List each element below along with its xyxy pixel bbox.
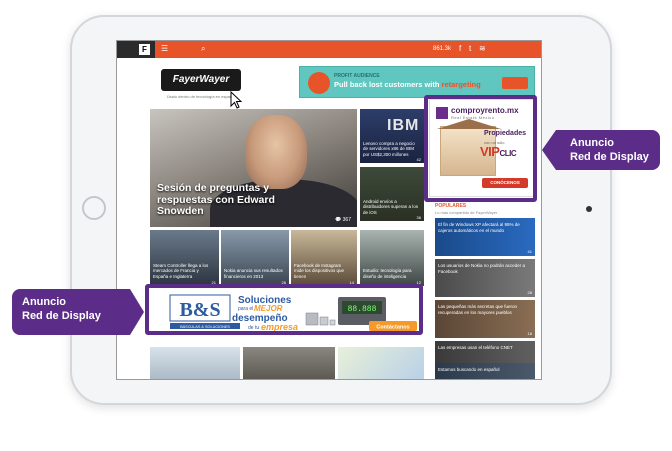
popular-item[interactable]: El fin de Windows XP afectará al 95% de … <box>435 218 535 256</box>
hero-photo-face <box>245 115 307 189</box>
bottom-story[interactable] <box>338 347 424 379</box>
popular-item-caption[interactable]: Estamos buscando en español <box>438 367 532 373</box>
rss-icon[interactable]: ≋ <box>479 43 486 55</box>
banner-ad-highlight <box>145 284 423 335</box>
grid-story[interactable]: Steam Controller llega a los mercados de… <box>150 230 219 286</box>
popular-item-caption[interactable]: El fin de Windows XP afectará al 95% de … <box>438 222 532 233</box>
popular-item-caption[interactable]: Las empresas usan el teléfono CNET <box>438 345 532 351</box>
grid-story[interactable]: Facebook de Instagram mide los dispositi… <box>291 230 357 286</box>
popular-item-comments: 28 <box>527 290 532 295</box>
ibm-logo: IBM <box>387 117 420 134</box>
site-topbar: F ☰ ⌕ 861.3k f t ≋ <box>117 41 541 58</box>
sidebar-ad-highlight <box>424 95 537 202</box>
top-ad-headline: Pull back lost customers with retargetin… <box>334 80 481 89</box>
hero-title[interactable]: Sesión de preguntas y respuestas con Edw… <box>157 182 297 218</box>
bottom-story[interactable] <box>243 347 335 379</box>
side-story-caption[interactable]: Lenovo compra a negocio de servidores x8… <box>363 141 421 158</box>
facebook-icon[interactable]: f <box>459 43 461 55</box>
callout-left-line2: Red de Display <box>22 310 101 322</box>
top-ad-button[interactable] <box>502 77 528 89</box>
grid-story-caption[interactable]: Steam Controller llega a los mercados de… <box>153 263 214 280</box>
top-banner-ad[interactable]: PROFIT AUDIENCE Pull back lost customers… <box>299 66 535 98</box>
grid-story[interactable]: Nokia anuncia sus resultados financieros… <box>221 230 289 286</box>
popular-item-caption[interactable]: Los usuarios de Nokia no podrán acceder … <box>438 263 532 274</box>
callout-right-line2: Red de Display <box>570 151 649 163</box>
side-story-comments: 36 <box>416 215 421 220</box>
popular-item[interactable]: Las pequeñas más secretas que fueron rec… <box>435 300 535 338</box>
site-logo[interactable]: FayerWayer <box>161 69 241 91</box>
side-story-comments: 42 <box>416 157 421 162</box>
popular-item[interactable]: Los usuarios de Nokia no podrán acceder … <box>435 259 535 297</box>
grid-story-caption[interactable]: Nokia anuncia sus resultados financieros… <box>224 268 284 279</box>
tablet-home-button[interactable] <box>82 196 106 220</box>
side-story-caption[interactable]: Android envíos a distribuidores superan … <box>363 199 421 216</box>
top-ad-eyebrow: PROFIT AUDIENCE <box>334 73 380 79</box>
popular-subheading: Lo más compartido de FayerWayer <box>435 210 498 215</box>
side-story[interactable]: IBM Lenovo compra a negocio de servidore… <box>360 109 424 163</box>
display-ad-callout-right: Anuncio Red de Display <box>542 130 660 170</box>
mouse-cursor-icon <box>230 91 243 109</box>
popular-item-comments: 18 <box>527 331 532 336</box>
popular-item[interactable]: Estamos buscando en español <box>435 363 535 379</box>
bottom-story[interactable] <box>150 347 240 379</box>
site-tagline: Úsalo dentro de tecnología en español <box>166 94 236 99</box>
grid-story[interactable]: Estudio: tecnología para diseño de intel… <box>360 230 424 286</box>
popular-item-comments: 41 <box>527 249 532 254</box>
display-ad-callout-left: Anuncio Red de Display <box>12 289 144 335</box>
hero-story[interactable]: Sesión de preguntas y respuestas con Edw… <box>150 109 357 227</box>
grid-story-caption[interactable]: Estudio: tecnología para diseño de intel… <box>363 268 419 279</box>
search-icon[interactable]: ⌕ <box>201 43 205 55</box>
hero-comment-count: 💬 367 <box>335 217 351 223</box>
grid-story-caption[interactable]: Facebook de Instagram mide los dispositi… <box>294 263 352 280</box>
topbar-stats: 861.3k <box>433 46 452 52</box>
menu-icon[interactable]: ☰ <box>161 43 168 55</box>
callout-right-line1: Anuncio <box>570 137 614 149</box>
ad-logo-icon <box>308 72 330 94</box>
twitter-icon[interactable]: t <box>469 43 471 55</box>
side-story[interactable]: Android envíos a distribuidores superan … <box>360 167 424 221</box>
page: F ☰ ⌕ 861.3k f t ≋ FayerWayer Úsalo dent… <box>0 0 672 451</box>
site-mark-icon[interactable]: F <box>139 44 150 55</box>
callout-left-line1: Anuncio <box>22 296 66 308</box>
tablet-camera <box>586 206 592 212</box>
popular-item-caption[interactable]: Las pequeñas más secretas que fueron rec… <box>438 304 532 315</box>
popular-heading: POPULARES <box>435 203 467 209</box>
